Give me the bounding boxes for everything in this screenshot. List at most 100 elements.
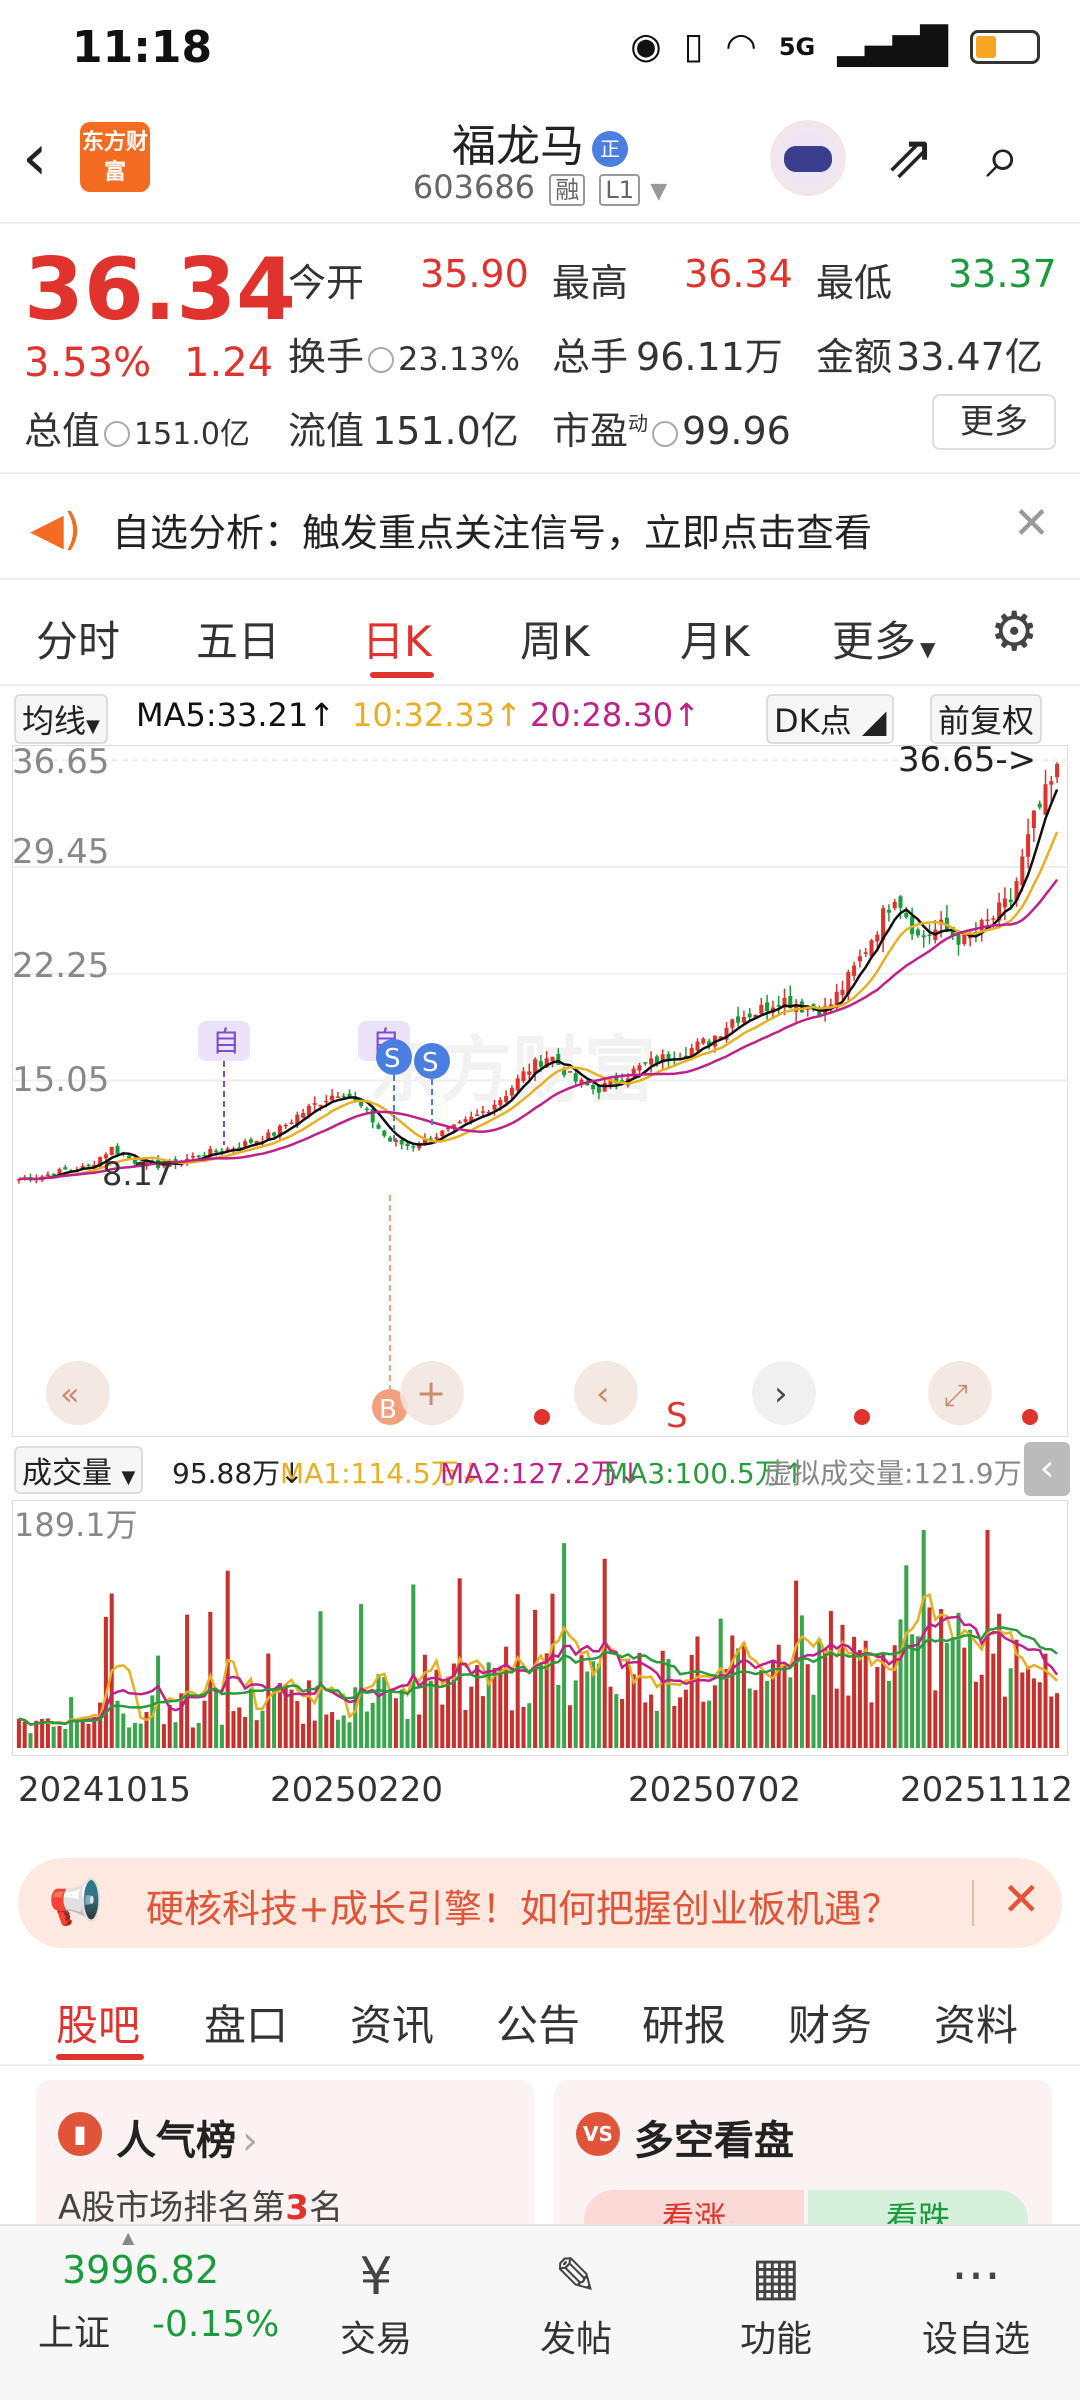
tab-announcements[interactable]: 公告	[496, 1992, 580, 2053]
status-bar: 11:18 ◉ ▯ ◠ 5G ▂▄▆█	[0, 0, 1080, 100]
tab-monthly-k[interactable]: 月K	[680, 608, 750, 669]
close-icon[interactable]: ✕	[1002, 1872, 1041, 1926]
date-label-3: 20250702	[628, 1770, 802, 1810]
candle-body	[370, 1108, 375, 1123]
bull-bear-card[interactable]: VS 多空看盘 看涨 看跌	[554, 2080, 1052, 2240]
nav-label: 功能	[739, 2319, 812, 2360]
volume-bar	[74, 1719, 79, 1748]
nav-post[interactable]: ✎ 发帖	[506, 2244, 646, 2362]
nav-add-watchlist[interactable]: ··· 设自选	[906, 2244, 1046, 2362]
volume-bar	[138, 1723, 143, 1748]
tab-financials[interactable]: 财务	[788, 1992, 872, 2053]
volume-bar	[364, 1711, 369, 1748]
tab-more[interactable]: 更多 ▼	[832, 608, 935, 669]
float-value: 151.0亿	[372, 409, 519, 453]
candle-body	[243, 1141, 248, 1147]
volume-bar	[504, 1646, 509, 1748]
tab-daily-k[interactable]: 日K	[362, 608, 432, 669]
candle-body	[434, 1137, 439, 1140]
svg-text:S: S	[384, 1044, 401, 1074]
volume-bar	[202, 1700, 207, 1748]
ma-legend-row: 均线▼ MA5:33.21↑ 10:32.33↑ 20:28.30↑ DK点 ◢…	[0, 690, 1080, 744]
notice-text: 自选分析：触发重点关注信号，立即点击查看	[112, 511, 873, 555]
volume-bar	[939, 1609, 944, 1748]
volume-bar	[747, 1688, 752, 1748]
volume-bar	[121, 1713, 126, 1748]
tab-profile[interactable]: 资料	[934, 1992, 1018, 2053]
dk-point-button[interactable]: DK点 ◢	[766, 694, 895, 744]
adjust-button[interactable]: 前复权	[930, 694, 1043, 744]
volume-chart[interactable]: 189.1万	[12, 1500, 1068, 1756]
tab-order-book[interactable]: 盘口	[204, 1992, 288, 2053]
index-change[interactable]: -0.15%	[152, 2304, 279, 2345]
volume-bar	[115, 1700, 120, 1748]
candle-body	[190, 1156, 195, 1158]
candle-body	[1037, 803, 1042, 808]
candle-body	[643, 1062, 648, 1064]
close-icon[interactable]: ✕	[1013, 498, 1050, 549]
candle-body	[1026, 834, 1031, 857]
volume-bar	[219, 1724, 224, 1748]
volume-bar	[498, 1668, 503, 1748]
volume-bar	[469, 1686, 474, 1748]
eye-icon: ◉	[630, 26, 662, 67]
event-dot	[854, 1409, 870, 1425]
event-dot	[1022, 1409, 1038, 1425]
tab-news[interactable]: 资讯	[350, 1992, 434, 2053]
tab-forum[interactable]: 股吧	[56, 1992, 140, 2053]
volume-bar	[1049, 1696, 1054, 1748]
candle-body	[492, 1104, 497, 1110]
tab-weekly-k[interactable]: 周K	[520, 608, 590, 669]
more-button[interactable]: 更多	[932, 394, 1056, 450]
popularity-card[interactable]: ▮ 人气榜 › A股市场排名第3名	[36, 2080, 534, 2240]
analysis-notice[interactable]: ◀) 自选分析：触发重点关注信号，立即点击查看 ✕	[0, 472, 1080, 580]
nav-trade[interactable]: ¥ 交易	[306, 2244, 446, 2362]
volume-bar	[434, 1669, 439, 1748]
share-icon[interactable]: ⇗	[885, 122, 935, 192]
tab-research[interactable]: 研报	[642, 1992, 726, 2053]
quote-panel[interactable]: 36.34 3.53% 1.24 今开 35.90 最高 36.34 最低 33…	[0, 226, 1080, 466]
plus-icon: +	[416, 1373, 446, 1414]
tab-intraday[interactable]: 分时	[36, 608, 120, 669]
index-name[interactable]: 上证	[38, 2304, 110, 2356]
promo-banner[interactable]: 📢 硬核科技+成长引擎！如何把握创业板机遇？ ✕	[18, 1858, 1062, 1948]
volume-bar	[330, 1711, 335, 1748]
pe-value: 99.96	[682, 409, 791, 453]
candle-body	[538, 1061, 543, 1067]
candle-body	[747, 1013, 752, 1018]
collapse-panel-button[interactable]: ‹	[1024, 1442, 1070, 1496]
candle-body	[45, 1174, 50, 1177]
volume-bar	[533, 1609, 538, 1748]
ma20-value: 20:28.30↑	[530, 696, 700, 734]
status-time: 11:18	[72, 22, 213, 73]
info-icon	[104, 420, 131, 447]
candle-body	[480, 1111, 485, 1113]
volume-bar	[683, 1689, 688, 1748]
volume-bar	[22, 1721, 27, 1748]
volume-bar	[782, 1664, 787, 1748]
mktcap-stat: 总值 151.0亿	[24, 409, 250, 453]
open-value: 35.90	[420, 252, 529, 296]
volume-selector[interactable]: 成交量 ▼	[14, 1446, 144, 1494]
volume-bar	[556, 1684, 561, 1748]
volume-bar	[359, 1604, 364, 1748]
assistant-robot-icon[interactable]	[770, 120, 846, 196]
volume-bar	[301, 1723, 306, 1748]
card-title: 多空看盘	[634, 2118, 794, 2164]
volume-bar	[788, 1677, 793, 1748]
virtual-volume: 虚拟成交量:121.9万	[764, 1457, 1022, 1490]
index-value[interactable]: 3996.82	[62, 2248, 219, 2292]
volume-bar	[991, 1653, 996, 1748]
kline-chart[interactable]: 东方财富 36.65 29.45 22.25 15.05 36.65-> 8.1…	[12, 745, 1068, 1437]
tab-five-day[interactable]: 五日	[196, 608, 280, 669]
gear-icon[interactable]: ⚙	[990, 600, 1038, 663]
min-price-marker: 8.17	[102, 1155, 173, 1193]
search-icon[interactable]: ⌕	[986, 122, 1020, 192]
nav-functions[interactable]: ▦ 功能	[706, 2244, 846, 2362]
volume-bar	[1002, 1696, 1007, 1748]
ma-selector[interactable]: 均线▼	[14, 694, 108, 744]
candle-body	[550, 1056, 555, 1061]
volume-bar	[625, 1658, 630, 1748]
stock-code: 603686	[412, 168, 536, 206]
volume-bar	[596, 1663, 601, 1748]
